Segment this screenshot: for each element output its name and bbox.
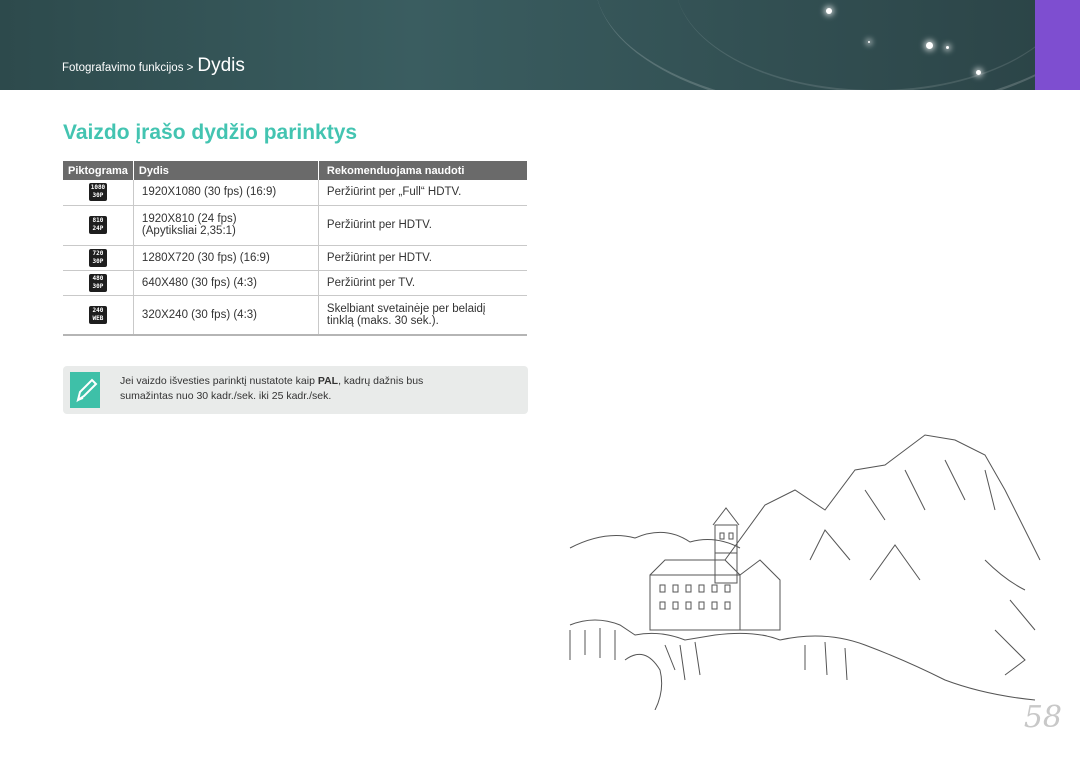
use-cell: Peržiūrint per HDTV. [318, 205, 527, 246]
note-line: sumažintas nuo 30 kadr./sek. iki 25 kadr… [120, 390, 332, 402]
size-line: 1920X810 (24 fps) [141, 213, 237, 225]
video-810-24p-icon: 810 24P [88, 216, 107, 234]
sparkle-icon [976, 70, 981, 75]
sparkle-icon [868, 41, 870, 43]
breadcrumb-current: Dydis [197, 55, 245, 76]
note-pen-icon [70, 372, 100, 408]
column-header-use: Rekomenduojama naudoti [318, 161, 527, 180]
icon-cell: 720 30P [63, 245, 134, 271]
icon-cell: 810 24P [63, 205, 134, 246]
video-240-web-icon: 240 WEB [88, 305, 107, 324]
size-cell: 640X480 (30 fps) (4:3) [133, 270, 319, 296]
video-1080-30p-icon: 1080 30P [88, 183, 107, 202]
video-720-30p-icon: 720 30P [88, 248, 107, 267]
size-cell: 320X240 (30 fps) (4:3) [133, 295, 319, 336]
use-cell: Peržiūrint per HDTV. [318, 245, 527, 271]
video-size-table: Piktograma Dydis Rekomenduojama naudoti … [63, 161, 527, 336]
use-cell: Peržiūrint per TV. [318, 270, 527, 296]
table-row: 240 WEB 320X240 (30 fps) (4:3) Skelbiant … [63, 295, 527, 336]
column-header-size: Dydis [133, 161, 319, 180]
note-line: Jei vaizdo išvesties parinktį nustatote … [120, 375, 424, 387]
note-text: Jei vaizdo išvesties parinktį nustatote … [120, 374, 423, 404]
page-header: Fotografavimo funkcijos > Dydis [0, 0, 1035, 90]
table-row: 810 24P 1920X810 (24 fps) (Apytiksliai 2,… [63, 205, 527, 246]
icon-cell: 1080 30P [63, 180, 134, 206]
size-line: (Apytiksliai 2,35:1) [141, 225, 236, 237]
size-cell: 1920X810 (24 fps) (Apytiksliai 2,35:1) [133, 205, 319, 246]
column-header-icon: Piktograma [63, 161, 134, 180]
use-line: Skelbiant svetainėje per belaidį [326, 302, 486, 315]
page-title: Vaizdo įrašo dydžio parinktys [63, 121, 358, 144]
icon-cell: 240 WEB [63, 295, 134, 336]
sparkle-icon [946, 46, 949, 49]
breadcrumb: Fotografavimo funkcijos > Dydis [62, 55, 245, 77]
size-cell: 1280X720 (30 fps) (16:9) [133, 245, 319, 271]
icon-cell: 480 30P [63, 270, 134, 296]
use-cell: Peržiūrint per „Full“ HDTV. [318, 180, 527, 206]
chapter-tab[interactable] [1035, 0, 1080, 90]
use-line: tinklą (maks. 30 sek.). [326, 314, 439, 327]
breadcrumb-parent[interactable]: Fotografavimo funkcijos > [62, 62, 193, 74]
table-row: 720 30P 1280X720 (30 fps) (16:9) Peržiūri… [63, 245, 527, 271]
note-box: Jei vaizdo išvesties parinktį nustatote … [63, 366, 528, 414]
use-cell: Skelbiant svetainėje per belaidį tinklą … [318, 295, 527, 336]
sparkle-icon [926, 42, 933, 49]
video-480-30p-icon: 480 30P [88, 273, 107, 292]
table-row: 480 30P 640X480 (30 fps) (4:3) Peržiūrint… [63, 270, 527, 296]
sparkle-icon [826, 8, 832, 14]
page-number: 58 [1023, 700, 1062, 735]
table-row: 1080 30P 1920X1080 (30 fps) (16:9) Peržiū… [63, 180, 527, 206]
table-header-row: Piktograma Dydis Rekomenduojama naudoti [63, 161, 527, 180]
mountain-village-illustration [569, 434, 1041, 710]
size-cell: 1920X1080 (30 fps) (16:9) [133, 180, 319, 206]
